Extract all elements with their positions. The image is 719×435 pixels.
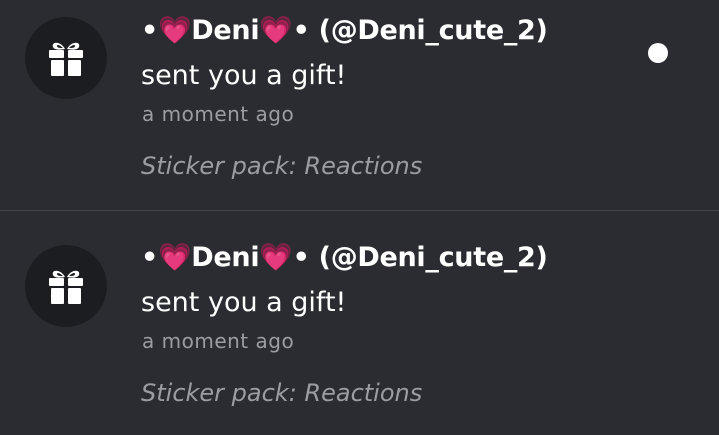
gift-icon — [49, 42, 83, 76]
timestamp: a moment ago — [142, 329, 295, 353]
timestamp: a moment ago — [142, 102, 295, 126]
notification-list: •💗Deni💗• (@Deni_cute_2) sent you a gift!… — [0, 0, 719, 435]
gift-detail: Sticker pack: Reactions — [141, 379, 423, 407]
notification-item[interactable]: •💗Deni💗• (@Deni_cute_2) sent you a gift!… — [0, 0, 719, 210]
gift-detail: Sticker pack: Reactions — [141, 152, 423, 180]
notification-message: sent you a gift! — [141, 287, 347, 318]
sender-name[interactable]: •💗Deni💗• (@Deni_cute_2) — [141, 14, 548, 46]
gift-icon — [49, 270, 83, 304]
sender-name[interactable]: •💗Deni💗• (@Deni_cute_2) — [141, 241, 548, 273]
notification-message: sent you a gift! — [141, 60, 347, 91]
notification-item[interactable]: •💗Deni💗• (@Deni_cute_2) sent you a gift!… — [0, 211, 719, 421]
gift-avatar — [25, 17, 107, 99]
unread-indicator — [648, 43, 668, 63]
gift-avatar — [25, 245, 107, 327]
